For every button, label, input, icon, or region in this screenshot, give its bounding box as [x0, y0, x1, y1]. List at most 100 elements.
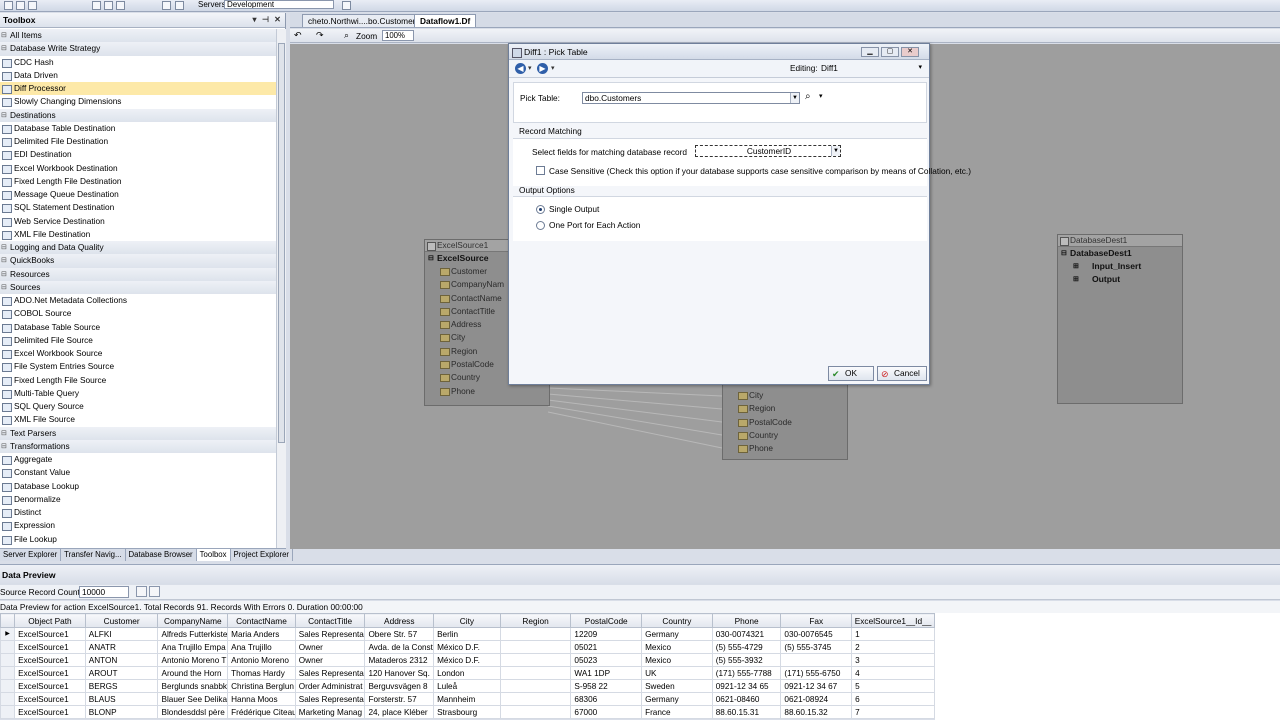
toolbox-category[interactable]: QuickBooks: [0, 254, 276, 268]
servers-combo[interactable]: Development: [224, 0, 334, 9]
table-cell[interactable]: Mannheim: [433, 692, 501, 706]
table-cell[interactable]: Maria Anders: [227, 627, 296, 641]
table-cell[interactable]: (5) 555-3932: [711, 653, 782, 667]
table-cell[interactable]: Berglunds snabbk: [157, 679, 229, 693]
table-cell[interactable]: [499, 692, 572, 706]
chevron-down-icon[interactable]: ▾: [528, 63, 532, 74]
row-header[interactable]: [0, 666, 16, 680]
column-header[interactable]: Address: [364, 613, 435, 628]
table-cell[interactable]: 120 Hanover Sq.: [364, 666, 435, 680]
column-header[interactable]: Object Path: [14, 613, 86, 628]
pin-icon[interactable]: ⊣: [261, 15, 270, 25]
port-input-insert[interactable]: Input_Insert: [1058, 260, 1182, 273]
toolbox-item[interactable]: Aggregate: [0, 453, 276, 466]
toolbox-item[interactable]: File Lookup: [0, 533, 276, 546]
table-cell[interactable]: Owner: [294, 640, 366, 654]
search-icon[interactable]: [175, 1, 184, 10]
table-cell[interactable]: Forsterstr. 57: [364, 692, 435, 706]
table-cell[interactable]: London: [433, 666, 501, 680]
table-cell[interactable]: ExcelSource1: [14, 692, 86, 706]
close-icon[interactable]: ✕: [273, 15, 282, 25]
search-icon[interactable]: ⌕: [805, 91, 811, 102]
toolbox-item[interactable]: Fixed Length File Source: [0, 374, 276, 387]
toolbox-item[interactable]: XML File Destination: [0, 228, 276, 241]
tab-dataflow[interactable]: Dataflow1.Df: [414, 14, 477, 27]
back-icon[interactable]: ◀: [515, 63, 526, 74]
table-cell[interactable]: Germany: [641, 692, 713, 706]
table-row[interactable]: ExcelSource1 BLONP Blondesddsl père Frédéri…: [0, 705, 935, 719]
open-icon[interactable]: [16, 1, 25, 10]
table-cell[interactable]: Antonio Moreno T: [157, 653, 229, 667]
toolbox-item[interactable]: File System Entries Source: [0, 360, 276, 373]
table-cell[interactable]: (171) 555-6750: [780, 666, 853, 680]
redo-icon[interactable]: ↷: [316, 30, 324, 41]
table-cell[interactable]: Marketing Manag: [294, 705, 366, 719]
toolbox-scrollbar[interactable]: [276, 29, 286, 549]
toolbox-item[interactable]: Excel Workbook Source: [0, 347, 276, 360]
table-cell[interactable]: México D.F.: [433, 653, 501, 667]
diff-field[interactable]: City: [723, 389, 847, 402]
table-row[interactable]: ExcelSource1 ANATR Ana Trujillo Empa Ana Tr…: [0, 640, 935, 654]
copy-icon[interactable]: [104, 1, 113, 10]
toolbox-item[interactable]: Slowly Changing Dimensions: [0, 95, 276, 108]
table-cell[interactable]: ExcelSource1: [14, 627, 86, 641]
table-cell[interactable]: 1: [851, 627, 935, 641]
table-cell[interactable]: 24, place Kléber: [364, 705, 435, 719]
table-cell[interactable]: [499, 627, 572, 641]
table-cell[interactable]: 0921-12 34 67: [780, 679, 853, 693]
database-dest-node[interactable]: DatabaseDest1 DatabaseDest1 Input_Insert…: [1057, 234, 1183, 404]
case-sensitive-checkbox[interactable]: [536, 166, 545, 175]
toolbox-item[interactable]: SQL Query Source: [0, 400, 276, 413]
table-cell[interactable]: Frédérique Citeau: [227, 705, 296, 719]
editing-combo[interactable]: Diff1: [819, 62, 924, 75]
table-cell[interactable]: [499, 679, 572, 693]
table-cell[interactable]: 88.60.15.31: [711, 705, 782, 719]
table-cell[interactable]: BLAUS: [84, 692, 159, 706]
cut-icon[interactable]: [92, 1, 101, 10]
table-cell[interactable]: ALFKI: [84, 627, 159, 641]
column-header[interactable]: ContactName: [227, 613, 296, 628]
table-cell[interactable]: 5: [851, 679, 935, 693]
toolbox-item[interactable]: CDC Hash: [0, 56, 276, 69]
toolbox-item[interactable]: Excel Workbook Destination: [0, 162, 276, 175]
table-cell[interactable]: Ana Trujillo Empa: [157, 640, 229, 654]
table-cell[interactable]: AROUT: [84, 666, 159, 680]
table-cell[interactable]: [499, 653, 572, 667]
toolbox-item[interactable]: Diff Processor: [0, 82, 276, 96]
column-header[interactable]: Phone: [711, 613, 782, 628]
row-header[interactable]: [0, 640, 16, 654]
table-cell[interactable]: Sweden: [641, 679, 713, 693]
table-cell[interactable]: Hanna Moos: [227, 692, 296, 706]
table-cell[interactable]: ExcelSource1: [14, 679, 86, 693]
refresh-icon[interactable]: [136, 586, 147, 597]
toolbox-item[interactable]: EDI Destination: [0, 148, 276, 161]
table-cell[interactable]: México D.F.: [433, 640, 501, 654]
table-cell[interactable]: ExcelSource1: [14, 640, 86, 654]
chevron-down-icon[interactable]: ▾: [819, 92, 823, 100]
single-output-radio[interactable]: [536, 205, 545, 214]
table-cell[interactable]: Ana Trujillo: [227, 640, 296, 654]
column-header[interactable]: PostalCode: [570, 613, 643, 628]
row-header[interactable]: [0, 653, 16, 667]
source-field[interactable]: Phone: [425, 385, 549, 398]
table-cell[interactable]: [499, 640, 572, 654]
paste-icon[interactable]: [116, 1, 125, 10]
table-cell[interactable]: Thomas Hardy: [227, 666, 296, 680]
tab-left-panel[interactable]: Toolbox: [196, 549, 231, 561]
toolbox-category[interactable]: Sources: [0, 280, 276, 294]
toolbox-item[interactable]: Fixed Length File Destination: [0, 175, 276, 188]
table-cell[interactable]: ANATR: [84, 640, 159, 654]
check-icon[interactable]: [162, 1, 171, 10]
cancel-button[interactable]: ⊘ Cancel: [877, 366, 927, 381]
table-cell[interactable]: [499, 666, 572, 680]
chevron-down-icon[interactable]: ▼: [831, 146, 840, 156]
source-record-count-input[interactable]: 10000: [79, 586, 129, 598]
table-cell[interactable]: Blauer See Delika: [157, 692, 229, 706]
table-cell[interactable]: Christina Berglun: [227, 679, 296, 693]
toolbox-item[interactable]: Denormalize: [0, 493, 276, 506]
column-header[interactable]: City: [433, 613, 501, 628]
toolbox-item[interactable]: Database Lookup: [0, 480, 276, 493]
table-cell[interactable]: Mataderos 2312: [364, 653, 435, 667]
table-cell[interactable]: 12209: [570, 627, 643, 641]
table-cell[interactable]: Alfreds Futterkiste: [157, 627, 229, 641]
